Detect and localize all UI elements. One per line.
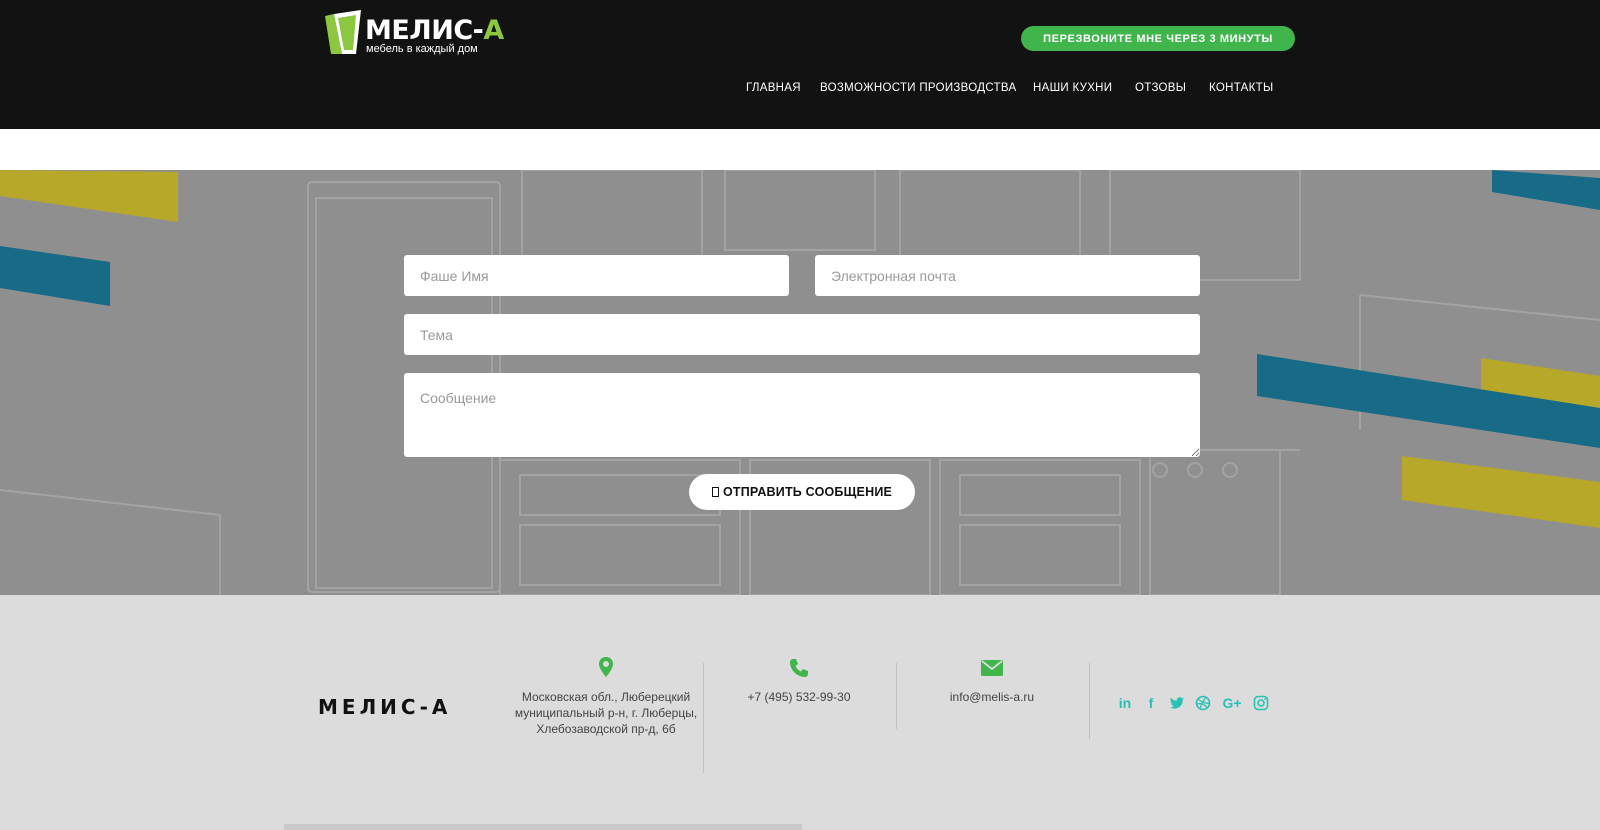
social-links: in f G+ [1117, 695, 1269, 711]
google-plus-icon[interactable]: G+ [1221, 695, 1243, 711]
footer-divider [703, 663, 704, 773]
envelope-icon [981, 660, 1003, 676]
nav-item-production[interactable]: ВОЗМОЖНОСТИ ПРОИЗВОДСТВА [820, 82, 1016, 94]
logo-name: МЕЛИС-А [365, 15, 504, 46]
send-message-label: ОТПРАВИТЬ СООБЩЕНИЕ [722, 485, 893, 499]
callback-button[interactable]: ПЕРЕЗВОНИТЕ МНЕ ЧЕРЕЗ 3 МИНУТЫ [1021, 26, 1295, 51]
footer-divider [1089, 663, 1090, 739]
subject-input[interactable] [404, 314, 1200, 355]
email-block: info@melis-a.ru [912, 657, 1072, 705]
send-glyph-icon [711, 487, 719, 497]
phone-block: +7 (495) 532-99-30 [724, 657, 874, 705]
facebook-icon[interactable]: f [1143, 695, 1159, 711]
nav-item-kitchens[interactable]: НАШИ КУХНИ [1033, 82, 1112, 94]
logo-tagline: мебель в каждый дом [366, 43, 478, 55]
map-pin-icon [599, 657, 613, 677]
logo-mark-icon [325, 10, 361, 54]
main-nav: ГЛАВНАЯ ВОЗМОЖНОСТИ ПРОИЗВОДСТВА НАШИ КУ… [0, 82, 1600, 102]
twitter-icon[interactable] [1169, 695, 1185, 711]
phone-icon [790, 659, 808, 677]
footer-divider [896, 663, 897, 729]
nav-item-home[interactable]: ГЛАВНАЯ [746, 82, 801, 94]
send-message-button[interactable]: ОТПРАВИТЬ СООБЩЕНИЕ [689, 474, 915, 510]
dribbble-icon[interactable] [1195, 695, 1211, 711]
linkedin-icon[interactable]: in [1117, 695, 1133, 711]
message-textarea[interactable] [404, 373, 1200, 457]
nav-item-contacts[interactable]: КОНТАКТЫ [1209, 82, 1273, 94]
contact-form-section: ОТПРАВИТЬ СООБЩЕНИЕ [0, 170, 1600, 595]
address-block: Московская обл., Люберецкий муниципальны… [510, 657, 702, 737]
site-header: МЕЛИС-А мебель в каждый дом ПЕРЕЗВОНИТЕ … [0, 0, 1600, 129]
instagram-icon[interactable] [1253, 695, 1269, 711]
phone-link[interactable]: +7 (495) 532-99-30 [747, 690, 850, 704]
email-link[interactable]: info@melis-a.ru [950, 690, 1034, 704]
bottom-scroll-bar [284, 824, 802, 830]
site-footer: МЕЛИС-А Московская обл., Люберецкий муни… [0, 595, 1600, 830]
email-input[interactable] [815, 255, 1200, 296]
address-text: Московская обл., Люберецкий муниципальны… [514, 690, 698, 736]
logo[interactable]: МЕЛИС-А мебель в каждый дом [325, 10, 504, 58]
name-input[interactable] [404, 255, 789, 296]
nav-item-reviews[interactable]: ОТЗОВЫ [1135, 82, 1186, 94]
footer-brand: МЕЛИС-А [318, 695, 452, 719]
